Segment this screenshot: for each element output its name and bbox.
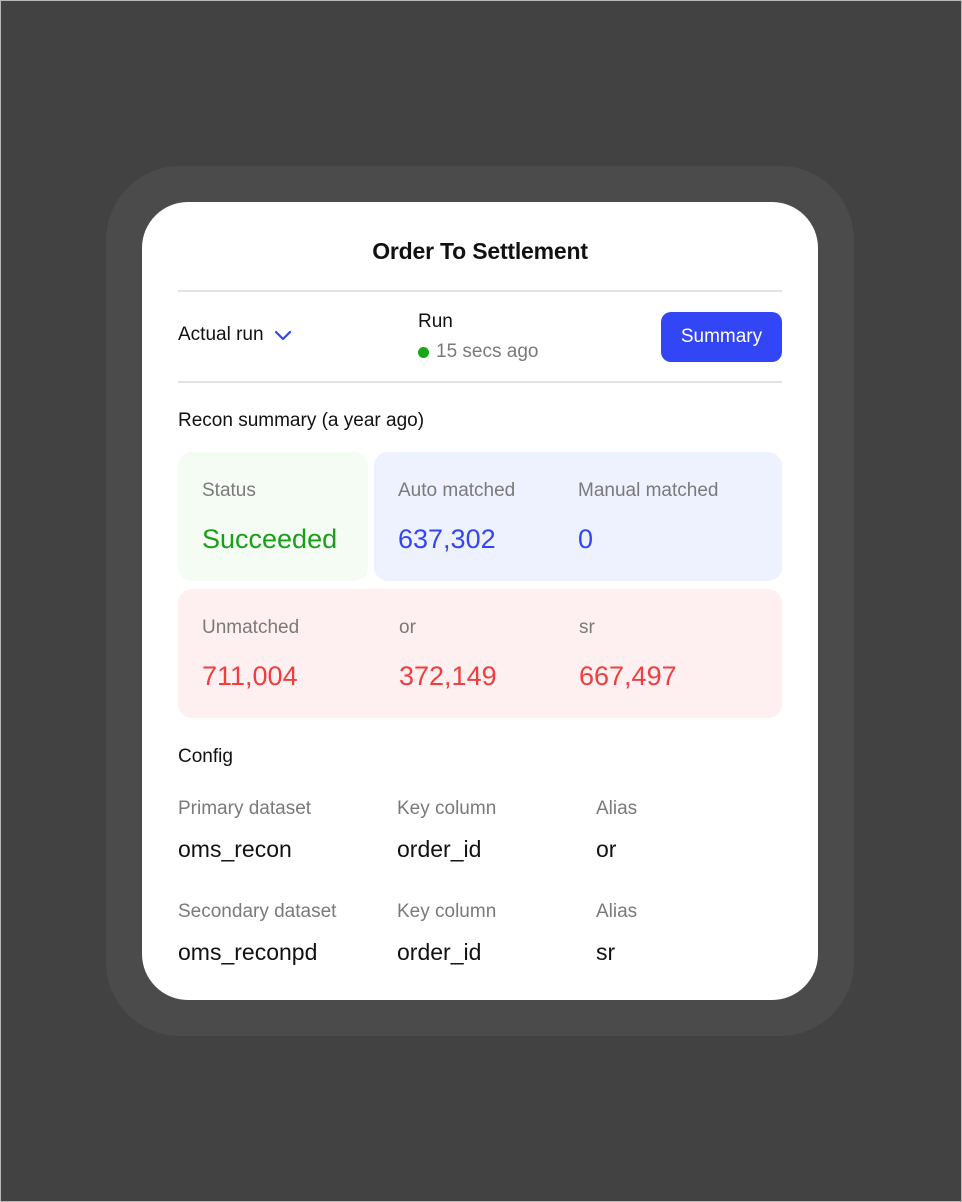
run-selector-label: Actual run xyxy=(178,324,264,345)
sr-metric: sr 667,497 xyxy=(579,617,677,692)
run-label: Run xyxy=(418,311,453,332)
secondary-key-value: order_id xyxy=(397,939,482,965)
auto-matched-metric: Auto matched 637,302 xyxy=(398,480,515,555)
card-title: Order To Settlement xyxy=(372,238,588,264)
secondary-dataset: Secondary dataset oms_reconpd xyxy=(178,901,336,966)
status-label: Status xyxy=(202,480,256,501)
recon-card: Order To Settlement Actual run Run 15 se… xyxy=(142,202,818,1000)
sr-value: 667,497 xyxy=(579,661,677,691)
or-value: 372,149 xyxy=(399,661,497,691)
manual-matched-metric: Manual matched 0 xyxy=(578,480,718,555)
primary-dataset-value: oms_recon xyxy=(178,836,292,862)
secondary-dataset-value: oms_reconpd xyxy=(178,939,318,965)
primary-dataset-label: Primary dataset xyxy=(178,798,312,819)
sr-label: sr xyxy=(579,617,595,638)
primary-alias-label: Alias xyxy=(596,798,638,819)
unmatched-metric: Unmatched 711,004 xyxy=(202,617,299,692)
primary-alias-value: or xyxy=(596,836,617,862)
manual-matched-value: 0 xyxy=(578,524,594,554)
or-metric: or 372,149 xyxy=(399,617,497,692)
divider xyxy=(178,381,782,383)
unmatched-tile: Unmatched 711,004 or 372,149 sr 667,497 xyxy=(178,589,782,718)
primary-key-column: Key column order_id xyxy=(397,798,496,863)
status-metric: Status Succeeded xyxy=(202,480,337,555)
run-selector[interactable]: Actual run xyxy=(178,324,292,346)
run-time: 15 secs ago xyxy=(418,341,538,363)
primary-key-label: Key column xyxy=(397,798,497,819)
config-title: Config xyxy=(178,746,233,767)
chevron-down-icon xyxy=(274,330,291,340)
secondary-alias: Alias sr xyxy=(596,901,637,966)
primary-key-value: order_id xyxy=(397,836,482,862)
status-dot-icon xyxy=(418,346,429,358)
run-time-text: 15 secs ago xyxy=(436,341,539,362)
secondary-alias-value: sr xyxy=(596,939,616,965)
auto-matched-label: Auto matched xyxy=(398,480,516,501)
recon-summary-title: Recon summary (a year ago) xyxy=(178,410,425,431)
status-value: Succeeded xyxy=(202,524,338,554)
primary-dataset: Primary dataset oms_recon xyxy=(178,798,311,863)
run-info: Run 15 secs ago xyxy=(418,311,538,363)
or-label: or xyxy=(399,617,416,638)
secondary-key-column: Key column order_id xyxy=(397,901,496,966)
primary-alias: Alias or xyxy=(596,798,637,863)
secondary-dataset-label: Secondary dataset xyxy=(178,901,337,922)
auto-matched-value: 637,302 xyxy=(398,524,496,554)
matched-tile: Auto matched 637,302 Manual matched 0 xyxy=(374,452,782,581)
secondary-alias-label: Alias xyxy=(596,901,638,922)
unmatched-label: Unmatched xyxy=(202,617,300,638)
divider xyxy=(178,290,782,292)
secondary-key-label: Key column xyxy=(397,901,497,922)
manual-matched-label: Manual matched xyxy=(578,480,719,501)
status-tile: Status Succeeded xyxy=(178,452,368,581)
summary-button[interactable]: Summary xyxy=(661,312,782,362)
unmatched-value: 711,004 xyxy=(202,661,298,691)
